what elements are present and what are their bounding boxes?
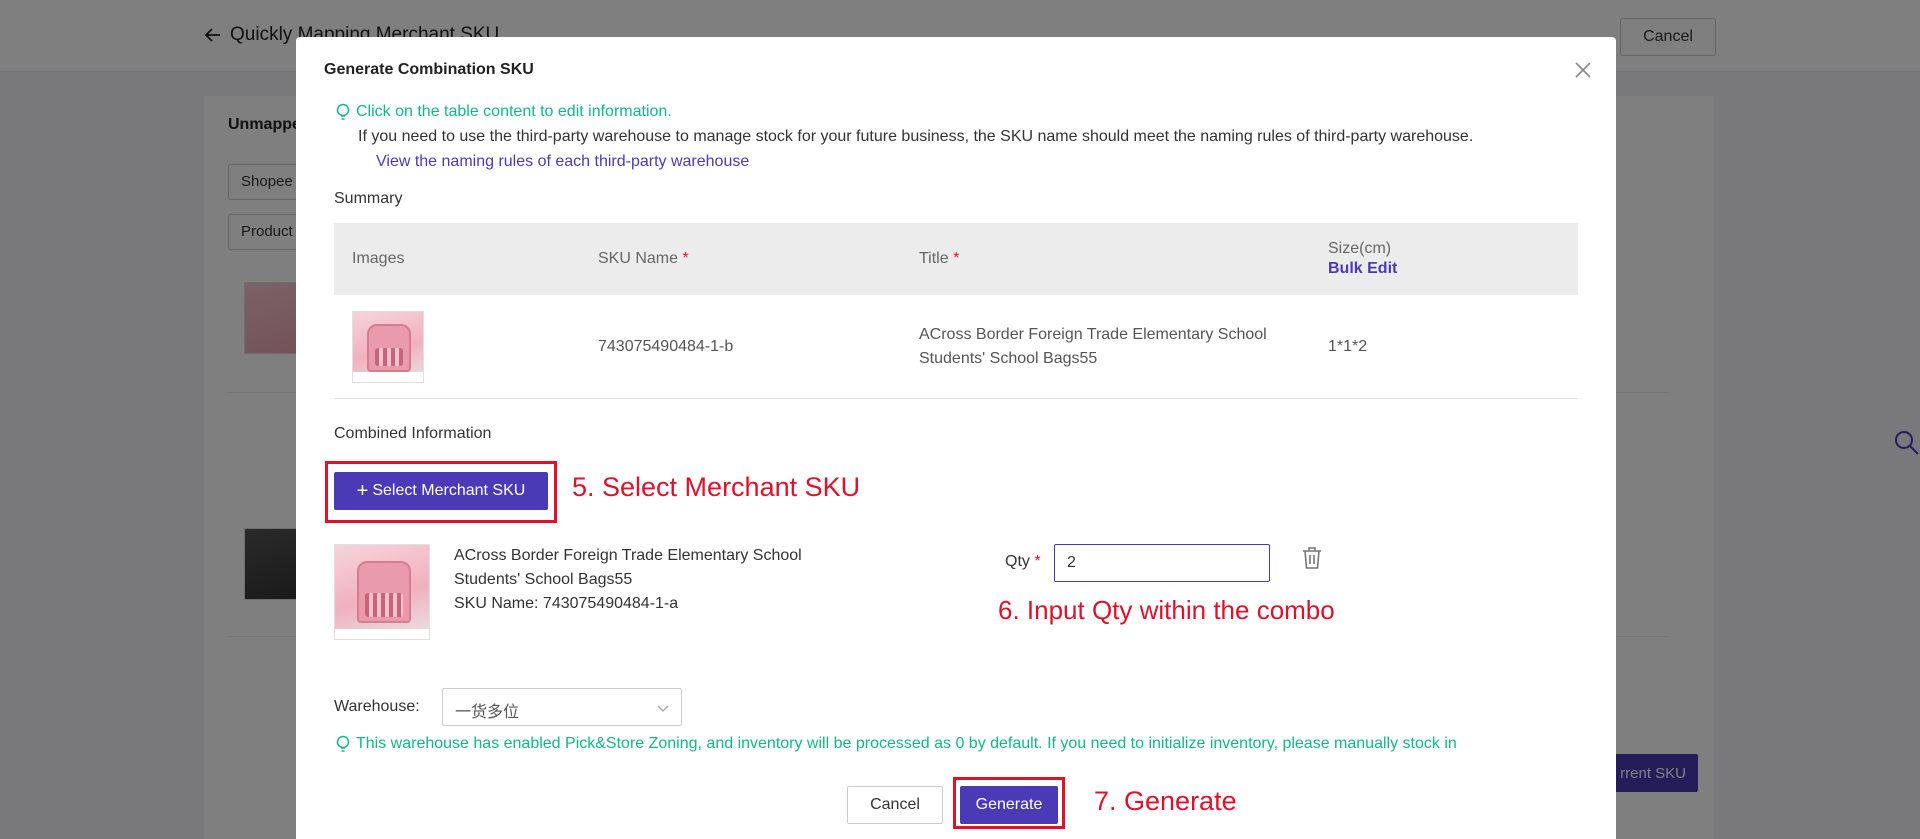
combo-title-line-2: Students' School Bags55: [454, 571, 633, 588]
sku-name-header-label: SKU Name: [598, 250, 679, 267]
title-cell[interactable]: ACross Border Foreign Trade Elementary S…: [919, 323, 1267, 371]
size-header: Size(cm) Bulk Edit: [1328, 240, 1397, 278]
warehouse-label: Warehouse:: [334, 698, 420, 715]
lightbulb-icon: [336, 735, 350, 752]
title-header: Title *: [919, 250, 959, 268]
annotation-step-5: 5. Select Merchant SKU: [572, 472, 861, 502]
combo-title-line-1: ACross Border Foreign Trade Elementary S…: [454, 547, 802, 564]
edit-tip-text: Click on the table content to edit infor…: [356, 103, 672, 120]
generate-combination-sku-dialog: Generate Combination SKU Click on the ta…: [296, 37, 1616, 839]
title-header-label: Title: [919, 250, 949, 267]
warehouse-tip-text: This warehouse has enabled Pick&Store Zo…: [356, 735, 1457, 752]
size-cell[interactable]: 1*1*2: [1328, 338, 1367, 356]
required-mark: *: [953, 250, 960, 267]
summary-label: Summary: [334, 190, 403, 207]
combined-info-label: Combined Information: [334, 425, 492, 442]
product-thumbnail: [352, 310, 424, 383]
trash-icon[interactable]: [1300, 545, 1324, 571]
warehouse-select[interactable]: 一货多位: [442, 688, 682, 726]
naming-rules-link[interactable]: View the naming rules of each third-part…: [376, 153, 749, 171]
table-row: 743075490484-1-b ACross Border Foreign T…: [334, 295, 1578, 399]
title-line-1: ACross Border Foreign Trade Elementary S…: [919, 325, 1267, 343]
warehouse-value: 一货多位: [455, 704, 520, 721]
qty-input[interactable]: [1054, 544, 1270, 582]
required-mark: *: [682, 250, 689, 267]
combo-item-info: ACross Border Foreign Trade Elementary S…: [454, 544, 802, 616]
required-mark: *: [1034, 553, 1041, 570]
annotation-step-7: 7. Generate: [1094, 786, 1237, 816]
lightbulb-icon: [336, 103, 350, 120]
sku-name-header: SKU Name *: [598, 250, 689, 268]
table-header: Images SKU Name * Title * Size(cm) Bulk …: [334, 223, 1578, 295]
chevron-down-icon: [657, 705, 669, 712]
plus-icon: +: [356, 480, 369, 502]
cancel-button[interactable]: Cancel: [847, 786, 943, 824]
title-line-2: Students' School Bags55: [919, 349, 1098, 367]
select-merchant-sku-label: Select Merchant SKU: [372, 482, 526, 499]
edit-tip: Click on the table content to edit infor…: [336, 103, 672, 121]
third-party-info: If you need to use the third-party wareh…: [358, 128, 1474, 145]
summary-table: Images SKU Name * Title * Size(cm) Bulk …: [334, 223, 1578, 399]
select-merchant-sku-button[interactable]: + Select Merchant SKU: [334, 472, 548, 510]
dialog-title: Generate Combination SKU: [324, 61, 534, 78]
images-header: Images: [352, 250, 405, 267]
qty-label-text: Qty: [1005, 553, 1030, 570]
annotation-step-6: 6. Input Qty within the combo: [998, 595, 1335, 625]
combo-sku-name: SKU Name: 743075490484-1-a: [454, 595, 679, 612]
size-header-label: Size(cm): [1328, 240, 1392, 257]
combo-item-thumbnail: [334, 544, 430, 640]
bulk-edit-link[interactable]: Bulk Edit: [1328, 260, 1397, 278]
qty-label: Qty *: [1005, 553, 1041, 571]
warehouse-tip: This warehouse has enabled Pick&Store Zo…: [336, 735, 1457, 753]
sku-name-cell[interactable]: 743075490484-1-b: [598, 338, 733, 356]
close-icon[interactable]: [1572, 59, 1594, 81]
generate-button[interactable]: Generate: [960, 786, 1058, 824]
